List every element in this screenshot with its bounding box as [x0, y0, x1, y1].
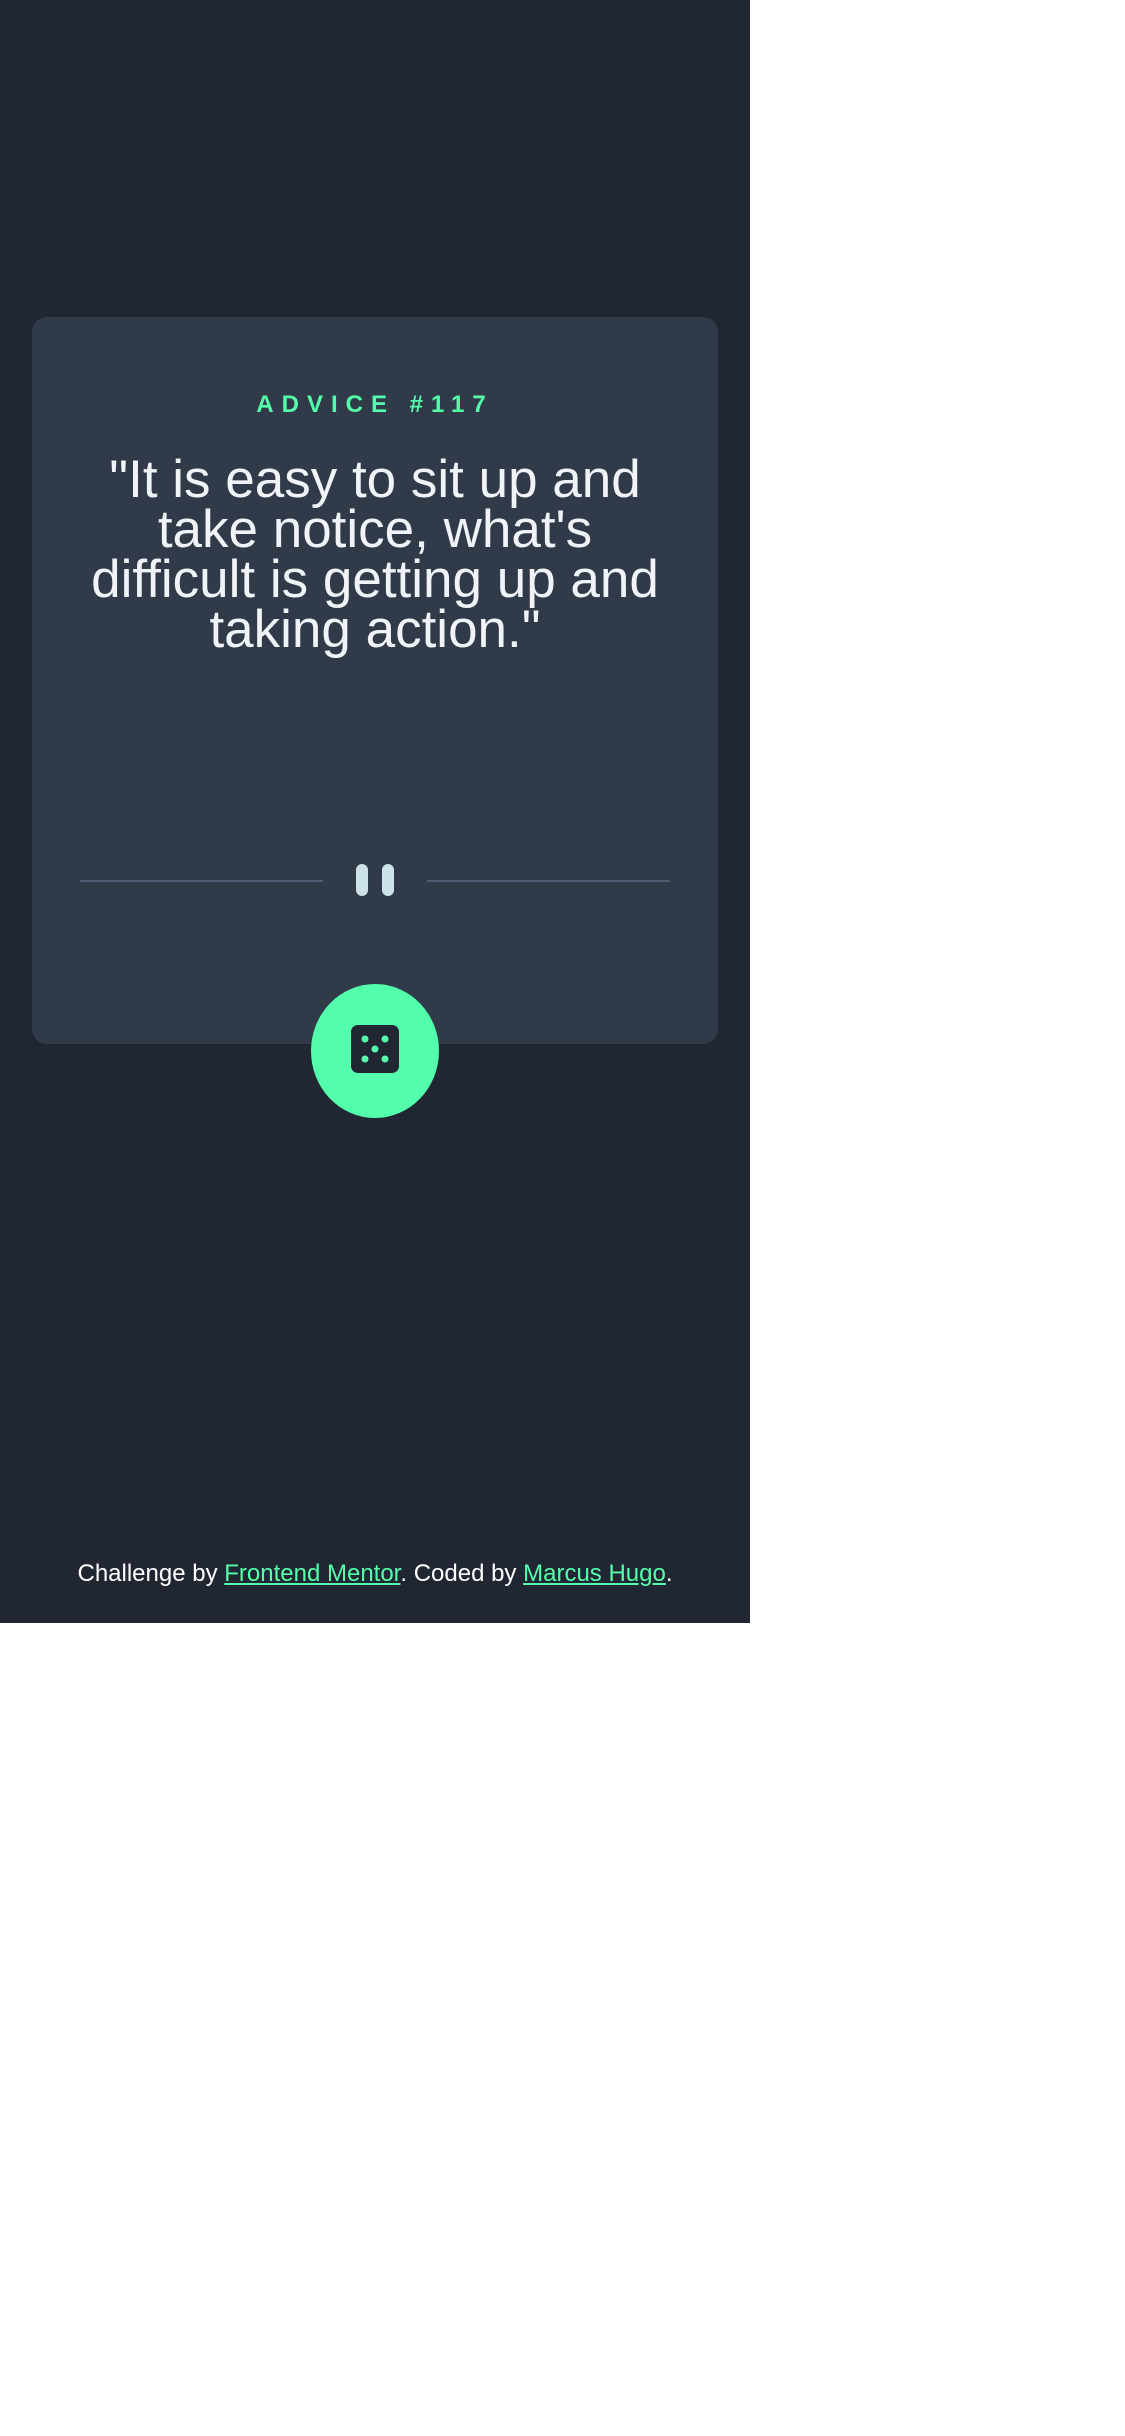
attribution-footer: Challenge by Frontend Mentor. Coded by M… [0, 1560, 750, 1588]
page-background: ADVICE #117 "It is easy to sit up and ta… [0, 0, 750, 1623]
divider-line-right [427, 880, 670, 882]
advice-id-label: ADVICE #117 [256, 391, 494, 418]
advice-card: ADVICE #117 "It is easy to sit up and ta… [32, 317, 718, 1044]
pattern-divider [80, 864, 670, 896]
footer-suffix: . [665, 1560, 673, 1587]
frontend-mentor-link[interactable]: Frontend Mentor [224, 1560, 400, 1587]
advice-quote: "It is easy to sit up and take notice, w… [91, 450, 659, 659]
divider-line-left [80, 880, 323, 882]
footer-prefix: Challenge by [77, 1560, 225, 1587]
dice-icon [351, 1025, 399, 1073]
author-link[interactable]: Marcus Hugo [523, 1560, 666, 1587]
pause-icon [356, 864, 394, 896]
footer-middle: . Coded by [400, 1560, 524, 1587]
generate-advice-button[interactable] [311, 984, 439, 1118]
